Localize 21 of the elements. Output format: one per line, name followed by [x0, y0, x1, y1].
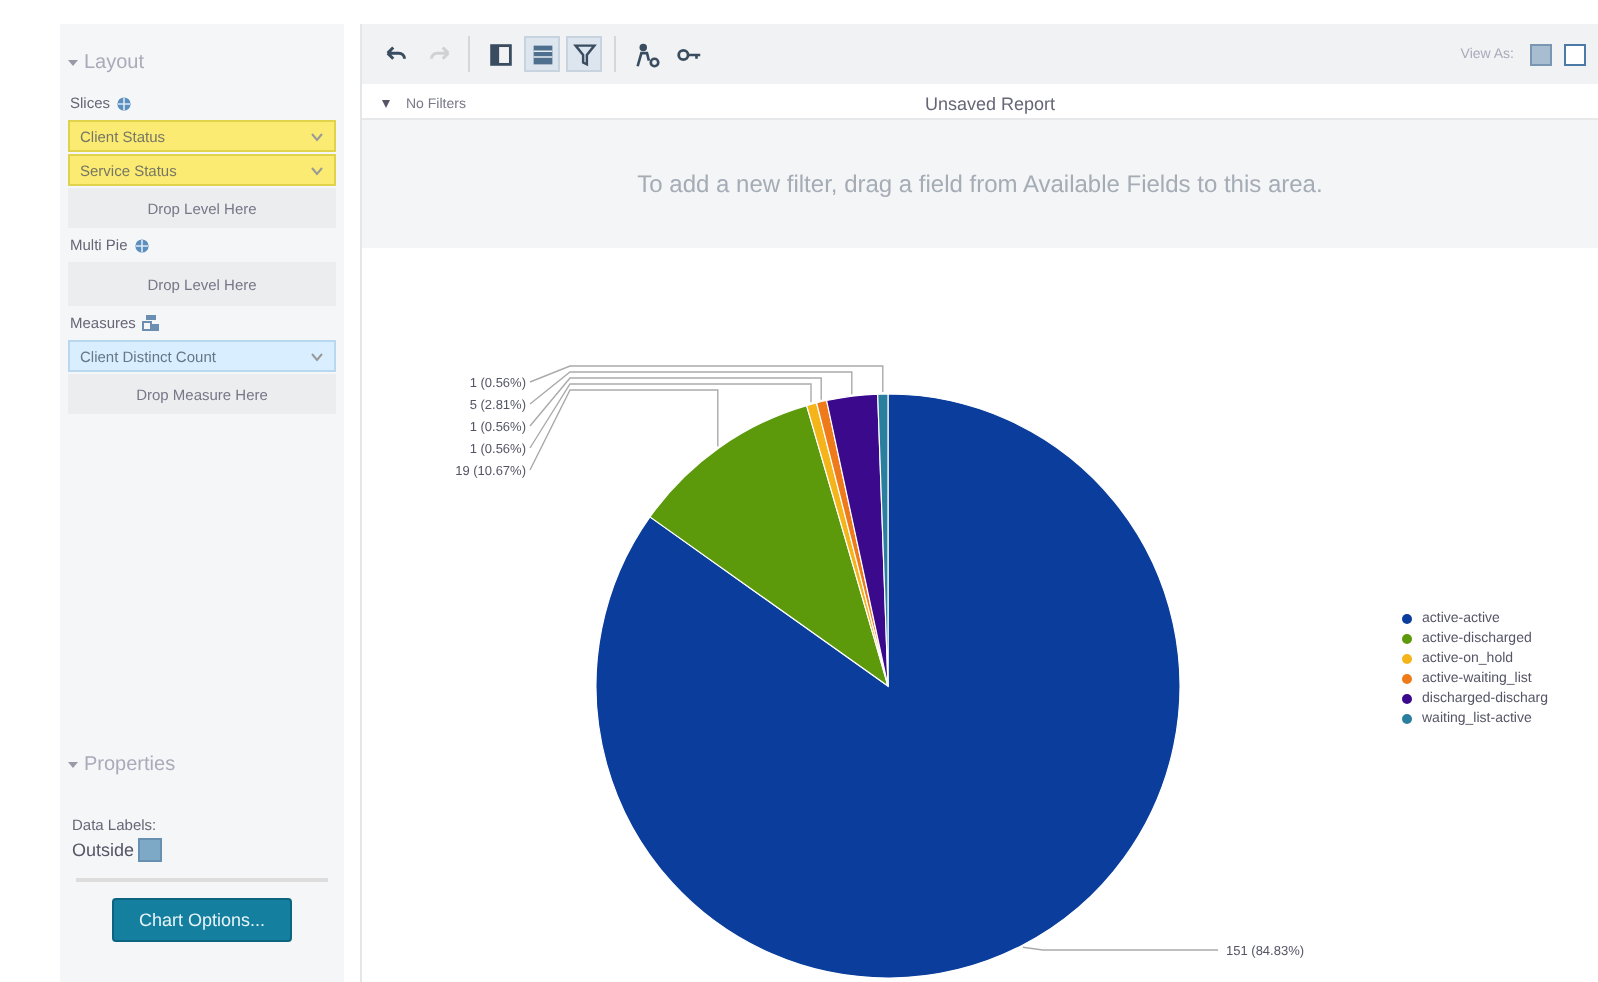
report-title: Unsaved Report: [924, 94, 1056, 114]
data-labels-value: Outside: [72, 840, 135, 860]
chart-options-button[interactable]: Chart Options...: [112, 898, 292, 942]
caret-icon[interactable]: [310, 165, 324, 175]
person-gear-icon: [631, 39, 661, 69]
section-title: Properties: [84, 754, 176, 776]
filter-button[interactable]: [566, 36, 602, 72]
dropdown-icon[interactable]: [138, 838, 163, 862]
caret-icon[interactable]: [310, 131, 324, 141]
grid-view-icon[interactable]: [1530, 43, 1552, 65]
filter-icon: [569, 39, 599, 69]
globe-icon: [133, 237, 150, 253]
globe-icon: [116, 95, 133, 111]
chart-view-icon[interactable]: [1564, 43, 1586, 65]
layout-icon: [485, 39, 515, 69]
filter-drop-hint: To add a new filter, drag a field from Available Fields to this area.: [637, 170, 1323, 198]
caret-icon[interactable]: [310, 351, 324, 361]
table-button[interactable]: [524, 36, 560, 72]
collapse-triangle-icon[interactable]: [382, 100, 390, 108]
section-title: Layout: [84, 52, 145, 74]
hierarchy-icon: [141, 314, 160, 332]
